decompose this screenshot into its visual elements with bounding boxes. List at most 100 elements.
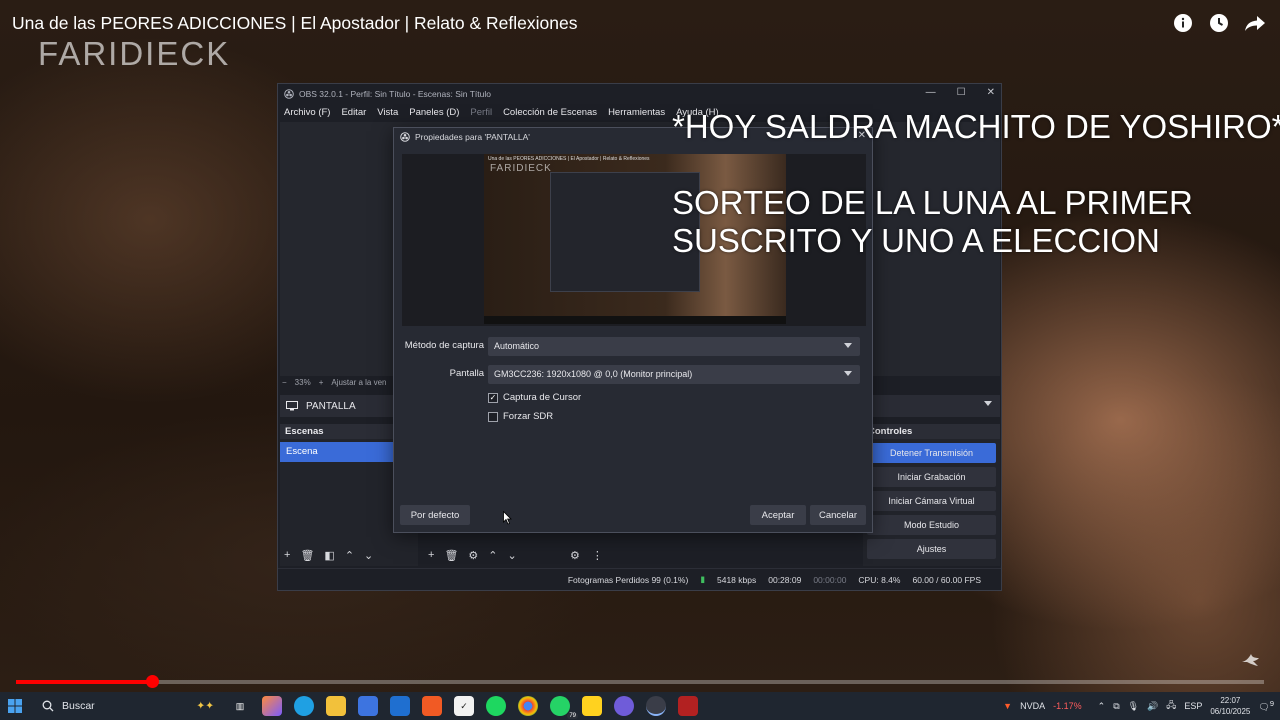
tray-volume-icon[interactable]: 🔊	[1147, 701, 1158, 712]
stop-stream-button[interactable]: Detener Transmisión	[867, 443, 996, 463]
stock-change: -1.17%	[1053, 701, 1082, 711]
taskbar-search[interactable]: Buscar ✦✦	[34, 694, 220, 718]
maximize-icon[interactable]: ☐	[957, 87, 966, 98]
cpu-usage: CPU: 8.4%	[858, 574, 901, 585]
obs-statusbar: Fotogramas Perdidos 99 (0.1%) ▮ 5418 kbp…	[278, 568, 1001, 590]
more-icon[interactable]: ⋮	[592, 549, 603, 562]
studio-mode-button[interactable]: Modo Estudio	[867, 515, 996, 535]
capture-cursor-checkbox[interactable]: ✓ Captura de Cursor	[488, 392, 581, 403]
system-tray: ▼ NVDA -1.17% ⌃ ⧉ 🎙 🔊 🖧 ESP 22:07 06/10/…	[1003, 692, 1274, 720]
watch-later-icon[interactable]	[1208, 12, 1230, 34]
gear-icon[interactable]: ⚙	[570, 549, 580, 562]
spotify-icon[interactable]	[486, 696, 506, 716]
close-icon[interactable]: ✕	[987, 87, 995, 98]
video-progress-bar[interactable]	[16, 675, 1264, 688]
language-indicator[interactable]: ESP	[1184, 701, 1202, 711]
start-virtual-cam-button[interactable]: Iniciar Cámara Virtual	[867, 491, 996, 511]
arrow-down-icon[interactable]: ⌄	[508, 549, 517, 562]
fps: 60.00 / 60.00 FPS	[912, 574, 981, 585]
trash-icon[interactable]: 🗑	[300, 549, 314, 562]
windows-icon	[8, 699, 22, 713]
preview-title: Una de las PEORES ADICCIONES | El Aposta…	[488, 156, 650, 162]
arrow-up-icon[interactable]: ⌃	[488, 549, 497, 562]
zoom-fit-hint[interactable]: Ajustar a la ven	[331, 378, 386, 387]
trash-icon[interactable]: 🗑	[444, 549, 458, 562]
files-app-icon[interactable]	[582, 696, 602, 716]
settings-button[interactable]: Ajustes	[867, 539, 996, 559]
clock[interactable]: 22:07 06/10/2025	[1210, 695, 1250, 717]
menu-editar[interactable]: Editar	[341, 107, 366, 118]
chevron-down-icon	[844, 343, 852, 348]
chrome-icon[interactable]	[518, 696, 538, 716]
menu-perfil[interactable]: Perfil	[470, 107, 492, 118]
info-icon[interactable]	[1172, 12, 1194, 34]
controls-header: Controles	[863, 424, 1000, 439]
file-explorer-icon[interactable]	[326, 696, 346, 716]
channel-watermark: FARIDIECK	[38, 35, 231, 72]
notepad-icon[interactable]: ✓	[454, 696, 474, 716]
notification-icon[interactable]: 🗨9	[1258, 699, 1274, 713]
overlay-line-2: SORTEO DE LA LUNA AL PRIMER	[672, 184, 1193, 221]
filter-icon[interactable]: ◧	[324, 549, 334, 562]
arrow-down-icon[interactable]: ⌄	[364, 549, 373, 562]
minimize-icon[interactable]: —	[926, 87, 936, 98]
menu-coleccion-escenas[interactable]: Colección de Escenas	[503, 107, 597, 118]
menu-paneles[interactable]: Paneles (D)	[409, 107, 459, 118]
store-icon[interactable]	[358, 696, 378, 716]
game-app-icon[interactable]	[678, 696, 698, 716]
tray-mic-icon[interactable]: 🎙	[1128, 701, 1139, 712]
stock-trend-icon: ▼	[1003, 701, 1013, 711]
gear-icon[interactable]: ⚙	[468, 549, 478, 562]
obs-logo-icon	[284, 88, 294, 99]
search-icon	[42, 700, 54, 712]
menu-vista[interactable]: Vista	[377, 107, 398, 118]
dialog-title: Propiedades para 'PANTALLA'	[415, 131, 530, 142]
preview-taskbar	[484, 316, 786, 324]
video-top-actions	[1172, 12, 1266, 34]
sources-toolbar: + 🗑 ⚙ ⌃ ⌄	[428, 549, 517, 562]
arrow-up-icon[interactable]: ⌃	[345, 549, 354, 562]
tray-chevron-icon[interactable]: ⌃	[1098, 701, 1106, 712]
signal-icon: ▮	[700, 574, 705, 584]
search-placeholder: Buscar	[62, 700, 95, 712]
menu-herramientas[interactable]: Herramientas	[608, 107, 665, 118]
tray-network-icon[interactable]: 🖧	[1166, 698, 1176, 714]
force-sdr-checkbox[interactable]: Forzar SDR	[488, 411, 553, 422]
obs-taskbar-icon[interactable]	[646, 696, 666, 716]
capture-method-value: Automático	[494, 341, 540, 351]
capture-method-select[interactable]: Automático	[488, 337, 860, 356]
whatsapp-icon[interactable]: 79	[550, 696, 578, 719]
stock-name[interactable]: NVDA	[1020, 701, 1045, 711]
copilot-icon[interactable]	[262, 696, 282, 716]
defaults-button[interactable]: Por defecto	[400, 505, 470, 525]
start-recording-button[interactable]: Iniciar Grabación	[867, 467, 996, 487]
rec-time: 00:00:00	[813, 574, 847, 585]
clock-date: 06/10/2025	[1210, 707, 1251, 716]
chevron-down-icon[interactable]	[984, 401, 992, 406]
tray-app-icon[interactable]: ⧉	[1113, 701, 1119, 712]
task-view-icon[interactable]: ▥	[230, 696, 250, 716]
add-icon[interactable]: +	[428, 549, 434, 562]
overlay-line-1: *HOY SALDRA MACHITO DE YOSHIRO*	[672, 108, 1280, 145]
ok-button[interactable]: Aceptar	[750, 505, 806, 525]
checkbox-checked-icon[interactable]: ✓	[488, 392, 498, 403]
obs-logo-icon	[400, 131, 410, 142]
obs-zoom-bar: − 33% + Ajustar a la ven	[282, 378, 387, 387]
start-button[interactable]	[0, 699, 30, 713]
zoom-out-icon[interactable]: −	[282, 378, 287, 387]
messenger-icon[interactable]	[614, 696, 634, 716]
notification-count: 9	[1269, 699, 1274, 708]
outlook-icon[interactable]	[390, 696, 410, 716]
checkbox-unchecked-icon[interactable]	[488, 411, 498, 422]
edge-icon[interactable]	[294, 696, 314, 716]
display-select[interactable]: GM3CC236: 1920x1080 @ 0,0 (Monitor princ…	[488, 365, 860, 384]
menu-archivo[interactable]: Archivo (F)	[284, 107, 330, 118]
taskbar-apps: ▥ ✓ 79	[230, 696, 698, 719]
share-icon[interactable]	[1244, 12, 1266, 34]
clock-time: 22:07	[1220, 696, 1241, 705]
progress-scrubber[interactable]	[146, 675, 160, 688]
brave-icon[interactable]	[422, 696, 442, 716]
zoom-in-icon[interactable]: +	[319, 378, 324, 387]
add-icon[interactable]: +	[284, 549, 290, 562]
cancel-button[interactable]: Cancelar	[810, 505, 866, 525]
